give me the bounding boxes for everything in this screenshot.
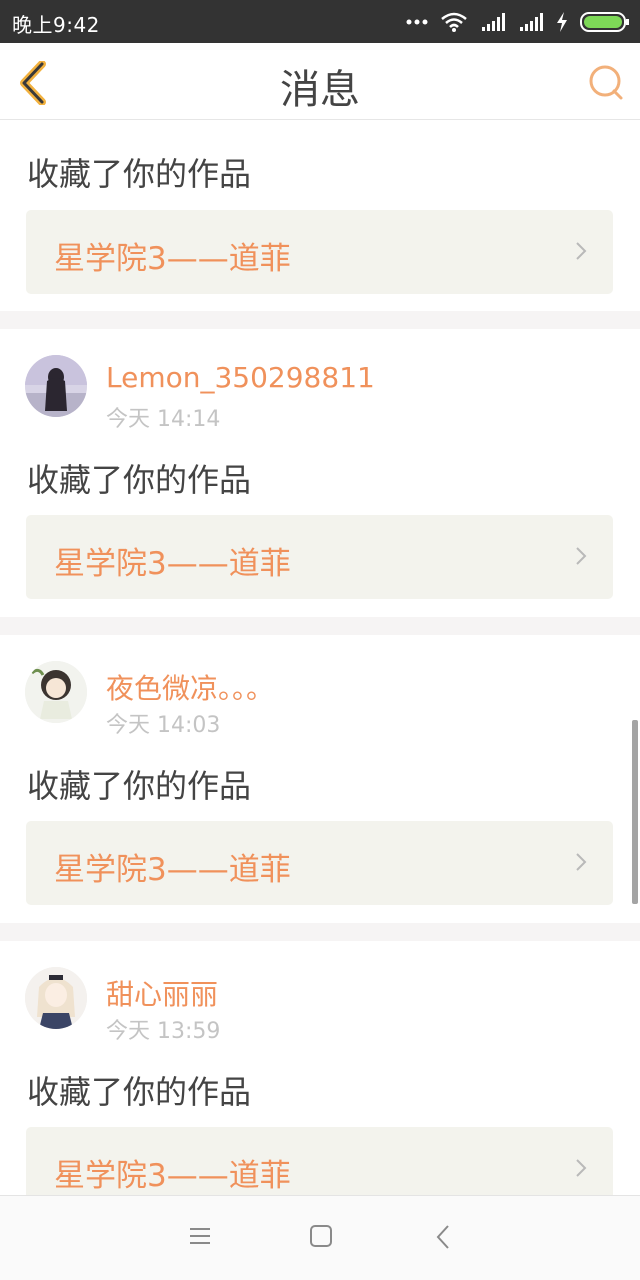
charging-icon <box>556 11 568 32</box>
notification-action: 收藏了你的作品 <box>27 1073 252 1111</box>
work-link[interactable]: 星学院3——道菲 <box>26 1127 613 1195</box>
avatar[interactable] <box>25 967 87 1029</box>
chevron-right-icon <box>576 242 587 260</box>
scrollbar[interactable] <box>632 720 638 904</box>
notification-item: 收藏了你的作品 星学院3——道菲 <box>0 121 640 311</box>
home-icon[interactable] <box>309 1224 333 1248</box>
system-nav-bar <box>0 1195 640 1280</box>
notification-item: 夜色微凉。。。 今天 14:03 收藏了你的作品 星学院3——道菲 <box>0 635 640 923</box>
work-link[interactable]: 星学院3——道菲 <box>26 821 613 905</box>
work-link[interactable]: 星学院3——道菲 <box>26 515 613 599</box>
divider <box>0 311 640 329</box>
signal-icon <box>480 12 506 32</box>
chevron-right-icon <box>576 853 587 871</box>
back-icon[interactable] <box>434 1224 454 1250</box>
work-title: 星学院3——道菲 <box>54 241 291 277</box>
notification-action: 收藏了你的作品 <box>27 155 252 193</box>
notification-action: 收藏了你的作品 <box>27 461 252 499</box>
notification-action: 收藏了你的作品 <box>27 767 252 805</box>
wifi-icon <box>440 11 468 33</box>
notification-time: 今天 13:59 <box>106 1019 221 1044</box>
avatar[interactable] <box>25 355 87 417</box>
signal-icon-2 <box>518 12 544 32</box>
search-icon <box>589 65 623 100</box>
menu-icon[interactable] <box>188 1224 212 1248</box>
more-dots-icon <box>406 18 428 26</box>
work-title: 星学院3——道菲 <box>54 852 291 888</box>
status-time: 晚上9:42 <box>12 13 100 37</box>
user-name[interactable]: 夜色微凉。。。 <box>106 667 274 707</box>
work-link[interactable]: 星学院3——道菲 <box>26 210 613 294</box>
work-title: 星学院3——道菲 <box>54 1158 291 1194</box>
divider <box>0 617 640 635</box>
search-button[interactable] <box>586 63 626 103</box>
page-title: 消息 <box>280 67 360 113</box>
chevron-right-icon <box>576 547 587 565</box>
work-title: 星学院3——道菲 <box>54 546 291 582</box>
status-bar: 晚上9:42 <box>0 0 640 43</box>
battery-icon <box>580 11 630 33</box>
notification-item: Lemon_350298811 今天 14:14 收藏了你的作品 星学院3——道… <box>0 329 640 617</box>
divider <box>0 923 640 941</box>
avatar[interactable] <box>25 661 87 723</box>
notification-time: 今天 14:03 <box>106 713 221 738</box>
notification-item: 甜心丽丽 今天 13:59 收藏了你的作品 星学院3——道菲 <box>0 941 640 1195</box>
user-name[interactable]: 甜心丽丽 <box>106 973 218 1013</box>
notification-list[interactable]: 收藏了你的作品 星学院3——道菲 Lemon_350298811 今天 14:1… <box>0 121 640 1195</box>
app-header: 消息 <box>0 43 640 120</box>
chevron-right-icon <box>576 1159 587 1177</box>
user-name[interactable]: Lemon_350298811 <box>106 361 375 394</box>
notification-time: 今天 14:14 <box>106 407 221 432</box>
